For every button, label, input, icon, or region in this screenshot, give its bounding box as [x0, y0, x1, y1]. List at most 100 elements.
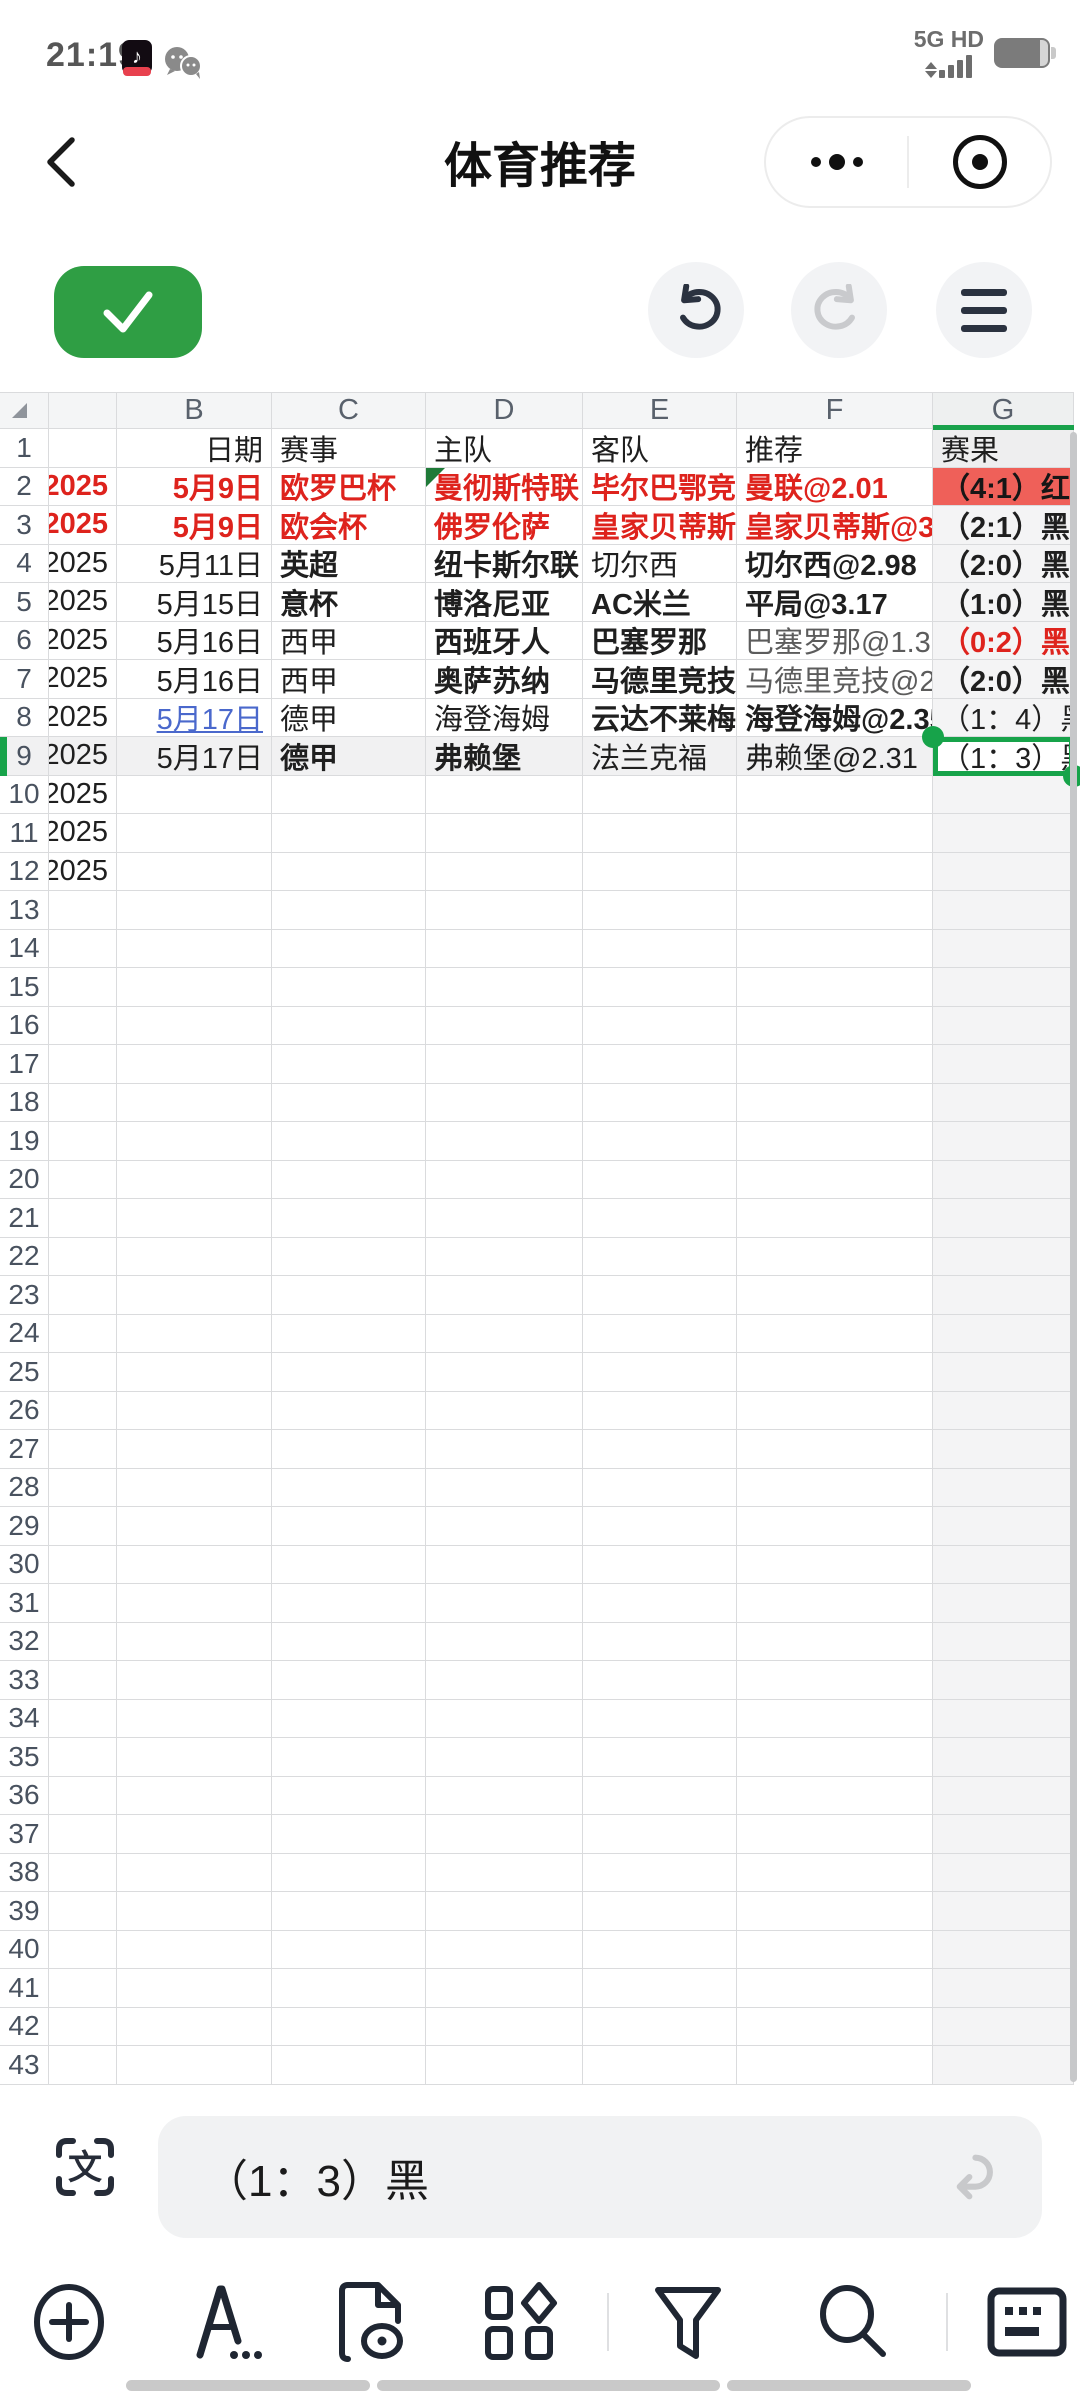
cell-F26[interactable]	[737, 1391, 933, 1430]
cell-F13[interactable]	[737, 891, 933, 930]
row-header-24[interactable]: 24	[0, 1314, 49, 1353]
cell-D4[interactable]: 纽卡斯尔联	[426, 544, 583, 583]
cell-D27[interactable]	[426, 1430, 583, 1469]
cell-C14[interactable]	[272, 929, 426, 968]
cell-A12[interactable]: 2025	[49, 852, 117, 891]
cell-D14[interactable]	[426, 929, 583, 968]
row-header-33[interactable]: 33	[0, 1661, 49, 1700]
cell-B17[interactable]	[117, 1045, 272, 1084]
cell-C7[interactable]: 西甲	[272, 660, 426, 699]
cell-G32[interactable]	[933, 1622, 1074, 1661]
cell-D25[interactable]	[426, 1353, 583, 1392]
cell-F21[interactable]	[737, 1199, 933, 1238]
cell-E1[interactable]: 客队	[583, 429, 737, 468]
cell-E28[interactable]	[583, 1468, 737, 1507]
cell-F29[interactable]	[737, 1507, 933, 1546]
cell-D31[interactable]	[426, 1584, 583, 1623]
cell-B13[interactable]	[117, 891, 272, 930]
cell-G31[interactable]	[933, 1584, 1074, 1623]
cell-E30[interactable]	[583, 1545, 737, 1584]
cell-G38[interactable]	[933, 1853, 1074, 1892]
cell-A28[interactable]	[49, 1468, 117, 1507]
row-header-39[interactable]: 39	[0, 1892, 49, 1931]
cell-E34[interactable]	[583, 1699, 737, 1738]
cell-D19[interactable]	[426, 1122, 583, 1161]
cell-C6[interactable]: 西甲	[272, 621, 426, 660]
cell-B9[interactable]: 5月17日	[117, 737, 272, 776]
cell-F16[interactable]	[737, 1006, 933, 1045]
cell-B27[interactable]	[117, 1430, 272, 1469]
cell-B2[interactable]: 5月9日	[117, 467, 272, 506]
cell-C29[interactable]	[272, 1507, 426, 1546]
cell-A17[interactable]	[49, 1045, 117, 1084]
row-header-34[interactable]: 34	[0, 1699, 49, 1738]
cell-B4[interactable]: 5月11日	[117, 544, 272, 583]
cell-F35[interactable]	[737, 1738, 933, 1777]
cell-E19[interactable]	[583, 1122, 737, 1161]
cells-button[interactable]	[467, 2272, 573, 2372]
cell-E40[interactable]	[583, 1930, 737, 1969]
cell-A10[interactable]: 2025	[49, 775, 117, 814]
cell-G42[interactable]	[933, 2007, 1074, 2046]
cell-D8[interactable]: 海登海姆	[426, 698, 583, 737]
row-header-36[interactable]: 36	[0, 1776, 49, 1815]
cell-C9[interactable]: 德甲	[272, 737, 426, 776]
cell-A33[interactable]	[49, 1661, 117, 1700]
cell-E29[interactable]	[583, 1507, 737, 1546]
cell-B6[interactable]: 5月16日	[117, 621, 272, 660]
cell-G8[interactable]: （1：4）黑	[933, 698, 1074, 737]
cell-D34[interactable]	[426, 1699, 583, 1738]
cell-C15[interactable]	[272, 968, 426, 1007]
cell-F32[interactable]	[737, 1622, 933, 1661]
cell-C10[interactable]	[272, 775, 426, 814]
cell-F1[interactable]: 推荐	[737, 429, 933, 468]
cell-D16[interactable]	[426, 1006, 583, 1045]
cell-G17[interactable]	[933, 1045, 1074, 1084]
row-header-19[interactable]: 19	[0, 1122, 49, 1161]
row-header-13[interactable]: 13	[0, 891, 49, 930]
cell-B3[interactable]: 5月9日	[117, 506, 272, 545]
cell-A29[interactable]	[49, 1507, 117, 1546]
cell-F30[interactable]	[737, 1545, 933, 1584]
row-header-38[interactable]: 38	[0, 1853, 49, 1892]
cell-D21[interactable]	[426, 1199, 583, 1238]
cell-D35[interactable]	[426, 1738, 583, 1777]
cell-D17[interactable]	[426, 1045, 583, 1084]
cell-C21[interactable]	[272, 1199, 426, 1238]
cell-C11[interactable]	[272, 814, 426, 853]
cell-F19[interactable]	[737, 1122, 933, 1161]
cell-C4[interactable]: 英超	[272, 544, 426, 583]
row-header-20[interactable]: 20	[0, 1160, 49, 1199]
cell-B16[interactable]	[117, 1006, 272, 1045]
cell-D22[interactable]	[426, 1237, 583, 1276]
cell-B37[interactable]	[117, 1815, 272, 1854]
cell-B19[interactable]	[117, 1122, 272, 1161]
cell-E42[interactable]	[583, 2007, 737, 2046]
cell-G26[interactable]	[933, 1391, 1074, 1430]
cell-G2[interactable]: （4:1）红	[933, 467, 1074, 506]
row-header-7[interactable]: 7	[0, 660, 49, 699]
cell-B40[interactable]	[117, 1930, 272, 1969]
cell-G5[interactable]: （1:0）黑	[933, 583, 1074, 622]
cell-E8[interactable]: 云达不莱梅	[583, 698, 737, 737]
cell-C1[interactable]: 赛事	[272, 429, 426, 468]
cell-D1[interactable]: 主队	[426, 429, 583, 468]
cell-B29[interactable]	[117, 1507, 272, 1546]
cell-C8[interactable]: 德甲	[272, 698, 426, 737]
cell-G33[interactable]	[933, 1661, 1074, 1700]
cell-D6[interactable]: 西班牙人	[426, 621, 583, 660]
row-header-27[interactable]: 27	[0, 1430, 49, 1469]
cell-G12[interactable]	[933, 852, 1074, 891]
cell-B36[interactable]	[117, 1776, 272, 1815]
cell-F23[interactable]	[737, 1276, 933, 1315]
cell-G14[interactable]	[933, 929, 1074, 968]
cell-F14[interactable]	[737, 929, 933, 968]
cell-E7[interactable]: 马德里竞技	[583, 660, 737, 699]
select-all-corner[interactable]	[0, 392, 49, 429]
cell-E4[interactable]: 切尔西	[583, 544, 737, 583]
cell-D18[interactable]	[426, 1083, 583, 1122]
cell-G29[interactable]	[933, 1507, 1074, 1546]
cell-G4[interactable]: （2:0）黑	[933, 544, 1074, 583]
cell-C16[interactable]	[272, 1006, 426, 1045]
cell-A38[interactable]	[49, 1853, 117, 1892]
